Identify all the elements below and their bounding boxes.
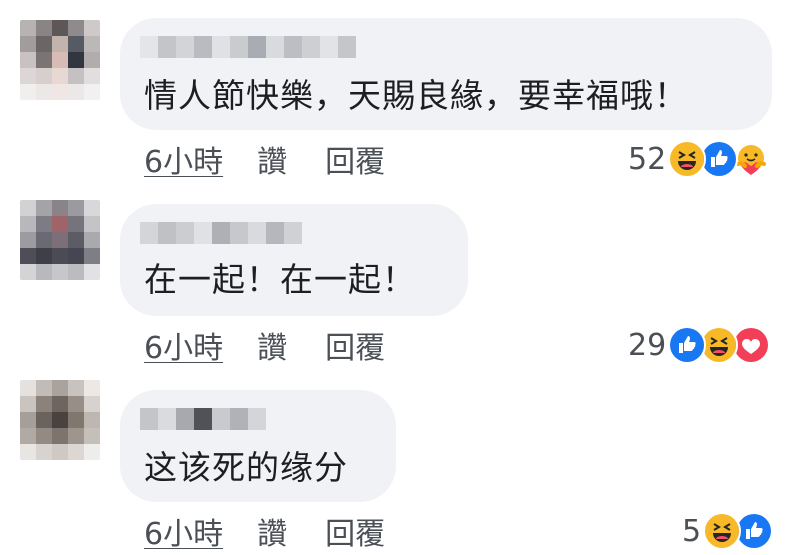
- reaction-summary[interactable]: 52: [628, 139, 771, 179]
- avatar[interactable]: [20, 20, 100, 100]
- comment-bubble: 情人節快樂，天賜良緣，要幸福哦！: [120, 18, 772, 130]
- haha-icon: [668, 140, 707, 178]
- reply-button[interactable]: 回覆: [325, 509, 385, 553]
- reply-button[interactable]: 回覆: [325, 137, 385, 181]
- timestamp-link[interactable]: 6小時: [144, 323, 223, 367]
- avatar[interactable]: [20, 200, 100, 280]
- comment-actions: 6小時 讚 回覆: [144, 323, 385, 367]
- reaction-count: 52: [628, 141, 667, 177]
- timestamp-link[interactable]: 6小時: [144, 137, 223, 181]
- reply-button[interactable]: 回覆: [325, 323, 385, 367]
- comment-bubble: 这该死的缘分: [120, 390, 396, 502]
- like-icon: [668, 326, 707, 364]
- comment-actions: 6小時 讚 回覆: [144, 137, 385, 181]
- author-name[interactable]: [140, 222, 302, 244]
- comment-text: 这该死的缘分: [144, 448, 348, 487]
- comment-text: 在一起！在一起！: [144, 260, 416, 299]
- haha-icon: [703, 512, 742, 550]
- reaction-summary[interactable]: 29: [628, 325, 771, 365]
- reaction-count: 29: [628, 327, 667, 363]
- like-button[interactable]: 讚: [257, 509, 287, 553]
- like-button[interactable]: 讚: [257, 323, 287, 367]
- timestamp-link[interactable]: 6小時: [144, 509, 223, 553]
- avatar[interactable]: [20, 380, 100, 460]
- author-name[interactable]: [140, 408, 266, 430]
- author-name[interactable]: [140, 36, 356, 58]
- comment-actions: 6小時 讚 回覆: [144, 509, 385, 553]
- comment-bubble: 在一起！在一起！: [120, 204, 468, 316]
- reaction-summary[interactable]: 5: [682, 511, 774, 551]
- reaction-count: 5: [682, 513, 702, 549]
- comment-text: 情人節快樂，天賜良緣，要幸福哦！: [144, 76, 688, 115]
- like-button[interactable]: 讚: [257, 137, 287, 181]
